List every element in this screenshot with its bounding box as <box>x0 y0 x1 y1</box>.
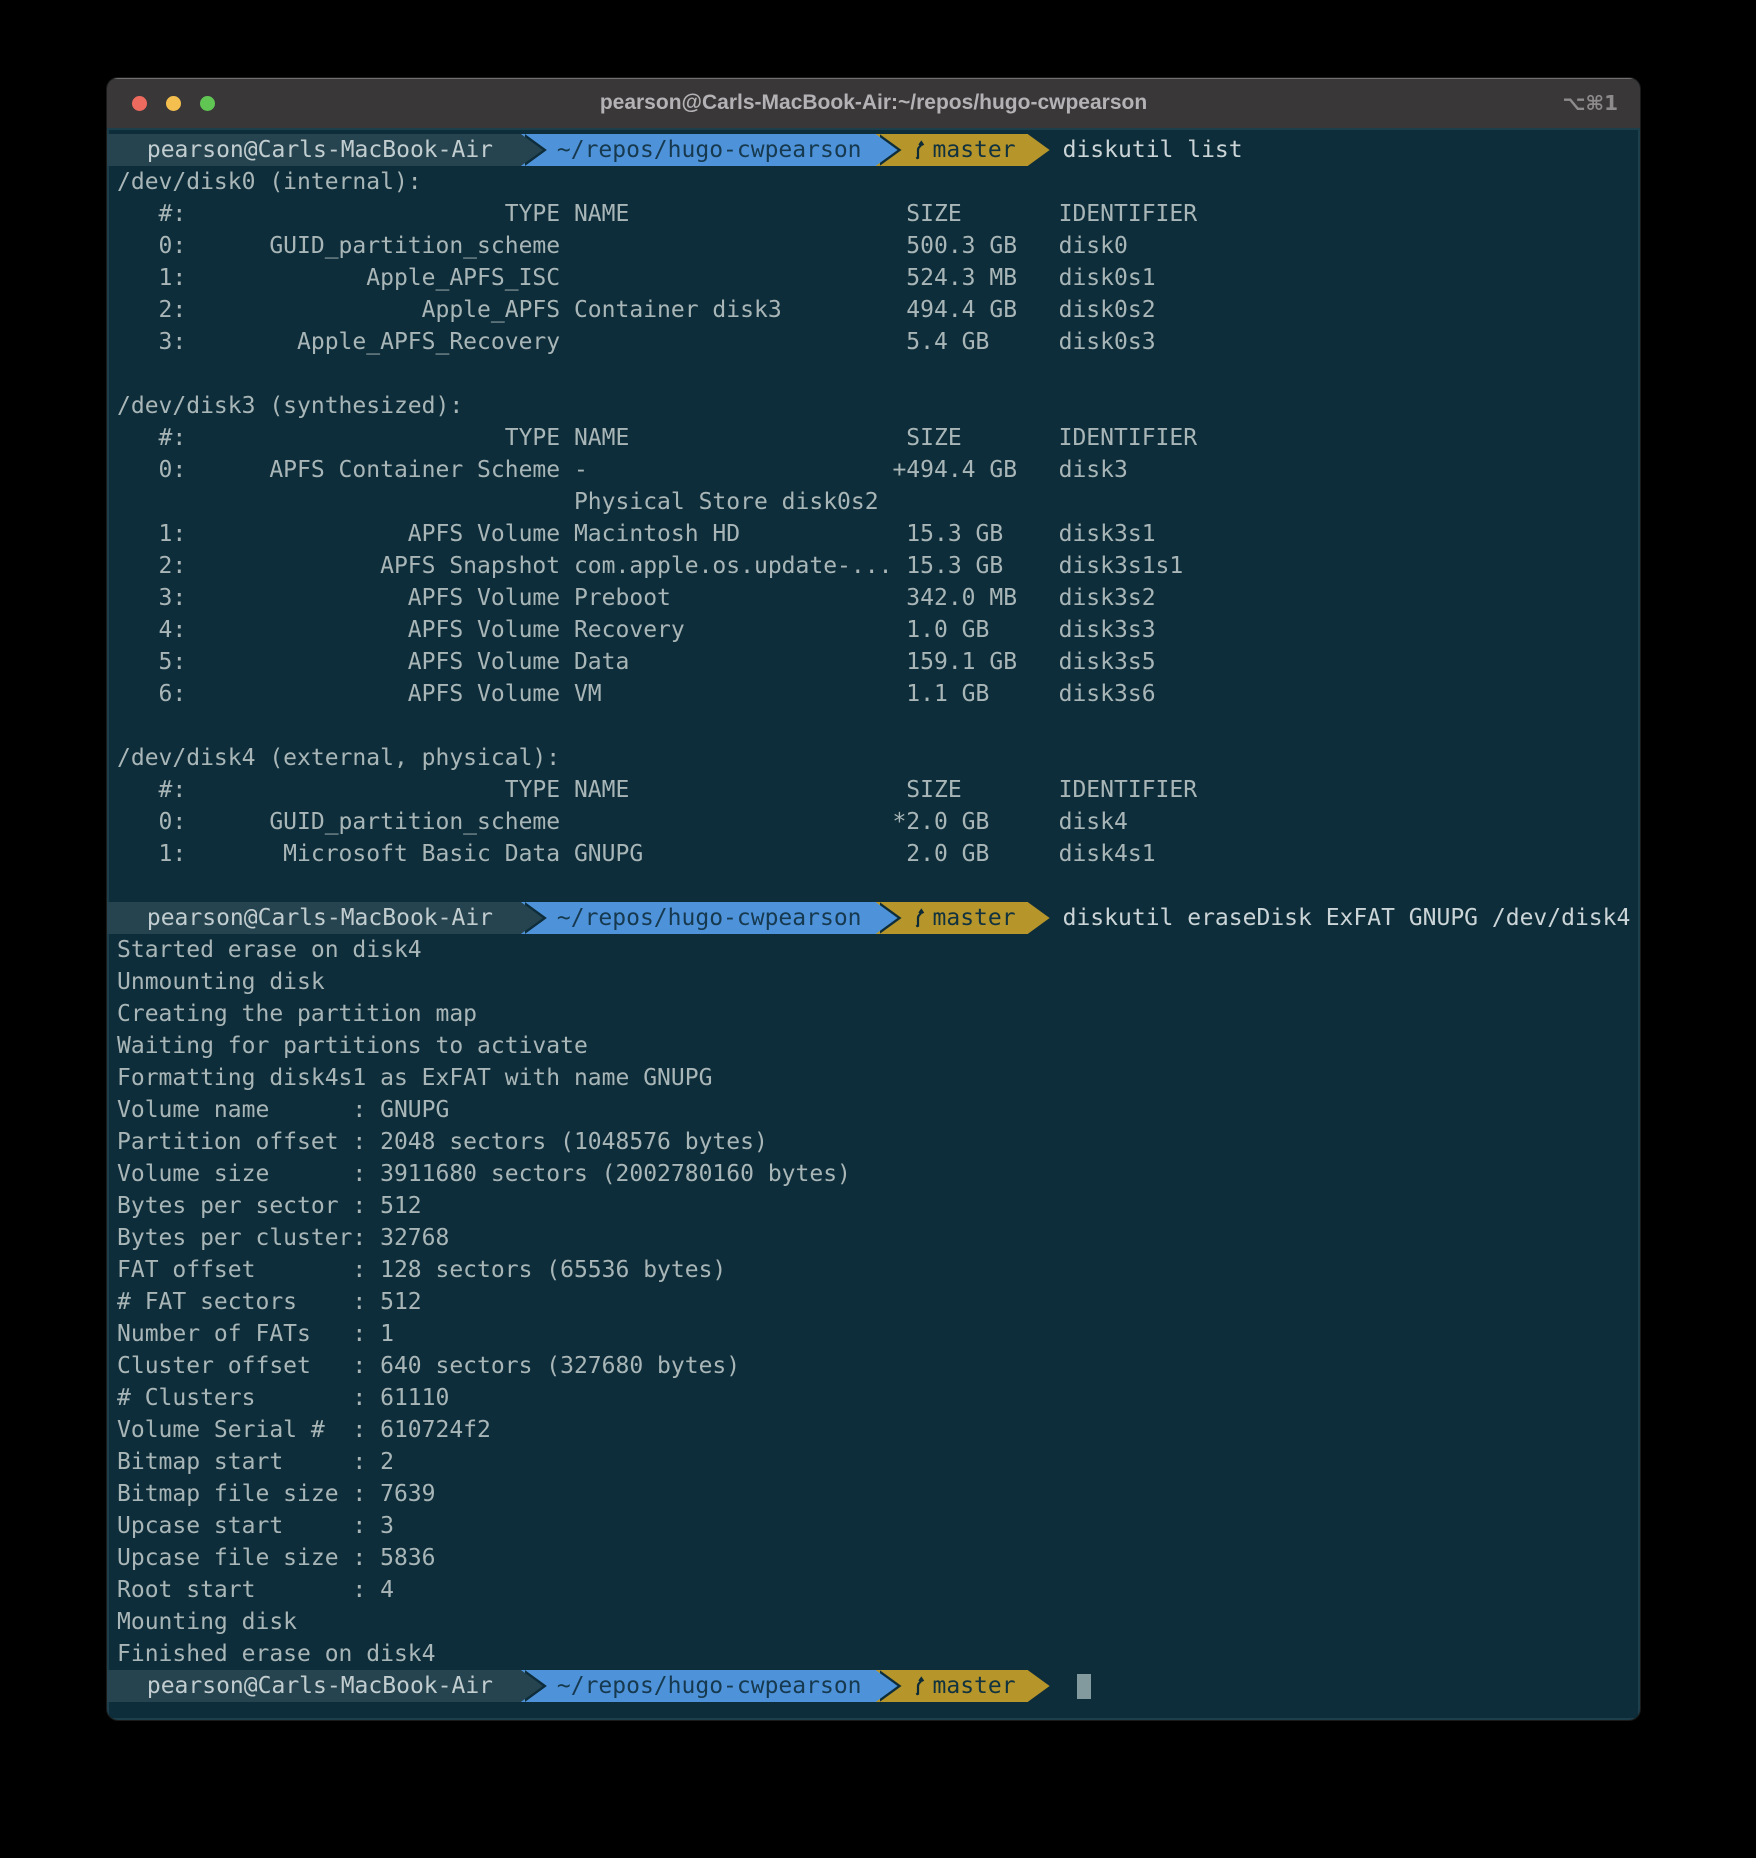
terminal-output-line: Bytes per cluster: 32768 <box>107 1222 1640 1254</box>
terminal-output-line: Formatting disk4s1 as ExFAT with name GN… <box>107 1062 1640 1094</box>
terminal-output-line: Unmounting disk <box>107 966 1640 998</box>
terminal-output-line: 0: APFS Container Scheme - +494.4 GB dis… <box>107 454 1640 486</box>
terminal-output-line: Upcase file size : 5836 <box>107 1542 1640 1574</box>
powerline-arrow-icon <box>876 134 898 166</box>
terminal-output-line: Creating the partition map <box>107 998 1640 1030</box>
terminal-output-line: Finished erase on disk4 <box>107 1638 1640 1670</box>
terminal-output-line: #: TYPE NAME SIZE IDENTIFIER <box>107 422 1640 454</box>
prompt-cwd-label: ~/repos/hugo-cwpearson <box>557 1670 862 1702</box>
prompt-user-host: pearson@Carls-MacBook-Air <box>107 134 521 166</box>
shell-prompt-line: pearson@Carls-MacBook-Air ~/repos/hugo-c… <box>107 134 1640 166</box>
prompt-user-host-label: pearson@Carls-MacBook-Air <box>133 134 507 166</box>
terminal-output-line: /dev/disk4 (external, physical): <box>107 742 1640 774</box>
terminal-output-line: Number of FATs : 1 <box>107 1318 1640 1350</box>
terminal-output-line <box>107 710 1640 742</box>
titlebar[interactable]: pearson@Carls-MacBook-Air:~/repos/hugo-c… <box>107 78 1640 128</box>
terminal-output-line: 3: Apple_APFS_Recovery 5.4 GB disk0s3 <box>107 326 1640 358</box>
terminal-output-line: 6: APFS Volume VM 1.1 GB disk3s6 <box>107 678 1640 710</box>
terminal-output-line: Bytes per sector : 512 <box>107 1190 1640 1222</box>
command-text: diskutil eraseDisk ExFAT GNUPG /dev/disk… <box>1063 902 1631 934</box>
terminal-output-line: Volume size : 3911680 sectors (200278016… <box>107 1158 1640 1190</box>
shell-prompt-line: pearson@Carls-MacBook-Air ~/repos/hugo-c… <box>107 902 1640 934</box>
terminal-output-line: Bitmap file size : 7639 <box>107 1478 1640 1510</box>
prompt-git-branch: master <box>898 134 1028 166</box>
prompt-cwd-label: ~/repos/hugo-cwpearson <box>557 134 862 166</box>
prompt-cwd: ~/repos/hugo-cwpearson <box>543 134 876 166</box>
command-text: diskutil list <box>1063 134 1243 166</box>
minimize-button[interactable] <box>166 96 181 111</box>
terminal-output-line: /dev/disk3 (synthesized): <box>107 390 1640 422</box>
window-title: pearson@Carls-MacBook-Air:~/repos/hugo-c… <box>247 91 1500 115</box>
prompt-cwd-label: ~/repos/hugo-cwpearson <box>557 902 862 934</box>
git-branch-icon <box>910 1675 926 1697</box>
prompt-git-branch: master <box>898 1670 1028 1702</box>
powerline-arrow-icon <box>521 902 543 934</box>
terminal-window: pearson@Carls-MacBook-Air:~/repos/hugo-c… <box>107 78 1640 1720</box>
terminal-output-line: FAT offset : 128 sectors (65536 bytes) <box>107 1254 1640 1286</box>
terminal-output-line: Root start : 4 <box>107 1574 1640 1606</box>
terminal-output-line: 5: APFS Volume Data 159.1 GB disk3s5 <box>107 646 1640 678</box>
terminal-output-line: Mounting disk <box>107 1606 1640 1638</box>
prompt-user-host: pearson@Carls-MacBook-Air <box>107 1670 521 1702</box>
terminal-output-line: Waiting for partitions to activate <box>107 1030 1640 1062</box>
powerline-arrow-icon <box>876 902 898 934</box>
powerline-arrow-icon <box>876 1670 898 1702</box>
powerline-arrow-icon <box>1028 902 1050 934</box>
terminal-output-line: Volume name : GNUPG <box>107 1094 1640 1126</box>
close-button[interactable] <box>132 96 147 111</box>
powerline-arrow-icon <box>521 1670 543 1702</box>
shell-prompt-line: pearson@Carls-MacBook-Air ~/repos/hugo-c… <box>107 1670 1640 1702</box>
terminal-output-line: 1: APFS Volume Macintosh HD 15.3 GB disk… <box>107 518 1640 550</box>
terminal-output-line: #: TYPE NAME SIZE IDENTIFIER <box>107 198 1640 230</box>
terminal-output-line <box>107 870 1640 902</box>
terminal-output-line: Upcase start : 3 <box>107 1510 1640 1542</box>
terminal-output-line: Bitmap start : 2 <box>107 1446 1640 1478</box>
terminal-cursor[interactable] <box>1077 1674 1091 1699</box>
powerline-arrow-icon <box>521 134 543 166</box>
terminal-output-line: # FAT sectors : 512 <box>107 1286 1640 1318</box>
prompt-cwd: ~/repos/hugo-cwpearson <box>543 902 876 934</box>
traffic-lights <box>107 96 247 111</box>
terminal-output-line: /dev/disk0 (internal): <box>107 166 1640 198</box>
terminal-output-line: 1: Apple_APFS_ISC 524.3 MB disk0s1 <box>107 262 1640 294</box>
prompt-git-branch-label: master <box>933 902 1016 934</box>
powerline-arrow-icon <box>1028 1670 1050 1702</box>
terminal-output-line: #: TYPE NAME SIZE IDENTIFIER <box>107 774 1640 806</box>
terminal-output-line: Partition offset : 2048 sectors (1048576… <box>107 1126 1640 1158</box>
terminal-output-line: 3: APFS Volume Preboot 342.0 MB disk3s2 <box>107 582 1640 614</box>
prompt-user-host: pearson@Carls-MacBook-Air <box>107 902 521 934</box>
git-branch-icon <box>910 907 926 929</box>
terminal-output-line: Volume Serial # : 610724f2 <box>107 1414 1640 1446</box>
powerline-arrow-icon <box>1028 134 1050 166</box>
prompt-git-branch-label: master <box>933 1670 1016 1702</box>
terminal-output-line: 1: Microsoft Basic Data GNUPG 2.0 GB dis… <box>107 838 1640 870</box>
git-branch-icon <box>910 139 926 161</box>
terminal-output-line <box>107 358 1640 390</box>
prompt-git-branch: master <box>898 902 1028 934</box>
prompt-git-branch-label: master <box>933 134 1016 166</box>
prompt-user-host-label: pearson@Carls-MacBook-Air <box>133 1670 507 1702</box>
terminal-output-line: 4: APFS Volume Recovery 1.0 GB disk3s3 <box>107 614 1640 646</box>
prompt-cwd: ~/repos/hugo-cwpearson <box>543 1670 876 1702</box>
terminal-output-line: Started erase on disk4 <box>107 934 1640 966</box>
zoom-button[interactable] <box>200 96 215 111</box>
terminal-screen[interactable]: pearson@Carls-MacBook-Air ~/repos/hugo-c… <box>107 128 1640 1720</box>
terminal-output-line: 0: GUID_partition_scheme 500.3 GB disk0 <box>107 230 1640 262</box>
window-shortcut-badge: ⌥⌘1 <box>1500 91 1640 115</box>
terminal-output-line: 2: APFS Snapshot com.apple.os.update-...… <box>107 550 1640 582</box>
terminal-output-line: Physical Store disk0s2 <box>107 486 1640 518</box>
terminal-output-line: Cluster offset : 640 sectors (327680 byt… <box>107 1350 1640 1382</box>
terminal-output-line: 0: GUID_partition_scheme *2.0 GB disk4 <box>107 806 1640 838</box>
prompt-user-host-label: pearson@Carls-MacBook-Air <box>133 902 507 934</box>
terminal-output-line: 2: Apple_APFS Container disk3 494.4 GB d… <box>107 294 1640 326</box>
terminal-output-line: # Clusters : 61110 <box>107 1382 1640 1414</box>
